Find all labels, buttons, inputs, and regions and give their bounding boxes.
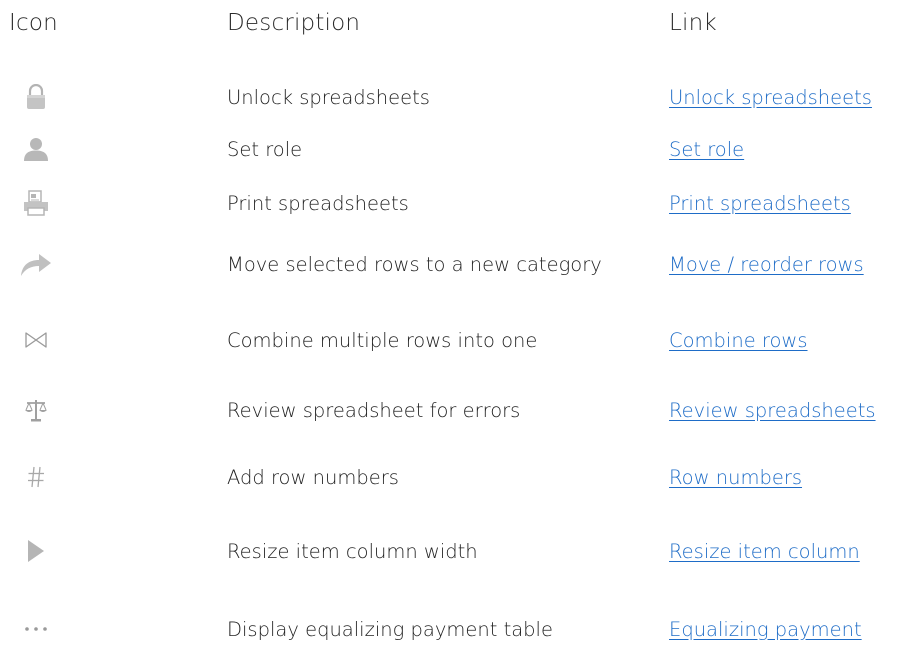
print-spreadsheets-link[interactable]: Print spreadsheets bbox=[669, 183, 851, 223]
ellipsis-icon bbox=[14, 609, 58, 649]
table-row: Combine multiple rows into one Combine r… bbox=[0, 320, 898, 360]
row-description: Add row numbers bbox=[227, 465, 399, 489]
table-row: Print spreadsheets Print spreadsheets bbox=[0, 183, 898, 223]
row-numbers-link[interactable]: Row numbers bbox=[669, 457, 802, 497]
row-description: Print spreadsheets bbox=[227, 191, 409, 215]
table-row: Move selected rows to a new category Mov… bbox=[0, 244, 898, 284]
review-spreadsheets-link[interactable]: Review spreadsheets bbox=[669, 390, 876, 430]
table-row: Review spreadsheet for errors Review spr… bbox=[0, 390, 898, 430]
equalizing-payment-link[interactable]: Equalizing payment bbox=[669, 609, 862, 649]
triangle-right-icon bbox=[14, 531, 58, 571]
header-icon: Icon bbox=[9, 10, 58, 36]
table-row: Resize item column width Resize item col… bbox=[0, 531, 898, 571]
row-description: Unlock spreadsheets bbox=[227, 85, 430, 109]
row-description: Move selected rows to a new category bbox=[227, 252, 602, 276]
set-role-link[interactable]: Set role bbox=[669, 129, 744, 169]
combine-rows-link[interactable]: Combine rows bbox=[669, 320, 808, 360]
row-description: Combine multiple rows into one bbox=[227, 328, 538, 352]
row-description: Set role bbox=[227, 137, 303, 161]
row-description: Resize item column width bbox=[227, 539, 478, 563]
table-row: Set role Set role bbox=[0, 129, 898, 169]
header-link: Link bbox=[669, 10, 717, 36]
arrow-curved-right-icon bbox=[14, 244, 58, 284]
resize-item-column-link[interactable]: Resize item column bbox=[669, 531, 860, 571]
printer-icon bbox=[14, 183, 58, 223]
unlock-spreadsheets-link[interactable]: Unlock spreadsheets bbox=[669, 77, 872, 117]
bowtie-icon bbox=[14, 320, 58, 360]
table-row: Add row numbers Row numbers bbox=[0, 457, 898, 497]
person-icon bbox=[14, 129, 58, 169]
row-description: Display equalizing payment table bbox=[227, 617, 553, 641]
table-row: Display equalizing payment table Equaliz… bbox=[0, 609, 898, 649]
scales-icon bbox=[14, 390, 58, 430]
move-reorder-rows-link[interactable]: Move / reorder rows bbox=[669, 244, 864, 284]
table-row: Unlock spreadsheets Unlock spreadsheets bbox=[0, 77, 898, 117]
lock-icon bbox=[14, 77, 58, 117]
header-description: Description bbox=[227, 10, 361, 36]
icon-reference-table: Icon Description Link Unlock spreadsheet… bbox=[0, 0, 898, 641]
row-description: Review spreadsheet for errors bbox=[227, 398, 521, 422]
hash-icon bbox=[14, 457, 58, 497]
